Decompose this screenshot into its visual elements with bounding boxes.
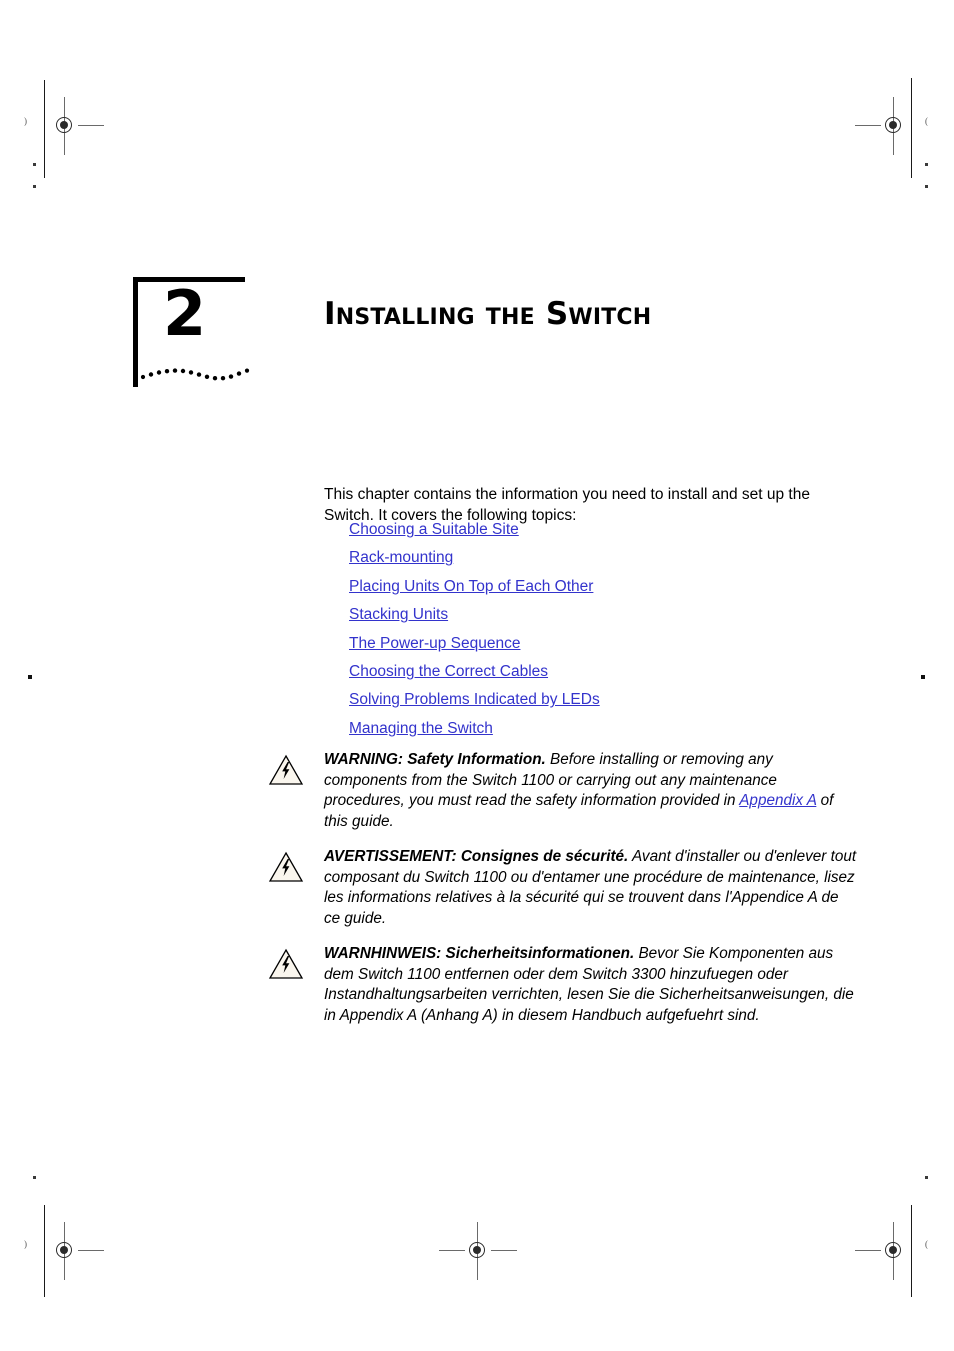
registration-dot bbox=[889, 121, 897, 129]
edge-dot-bottom-left-upper bbox=[33, 1176, 36, 1179]
trim-line-top-right bbox=[911, 78, 912, 178]
note-warning-french-text: AVERTISSEMENT: Consignes de sécurité. Av… bbox=[308, 847, 858, 929]
note-warning-french: AVERTISSEMENT: Consignes de sécurité. Av… bbox=[268, 847, 858, 929]
note-warning-english: WARNING: Safety Information. Before inst… bbox=[268, 750, 858, 832]
edge-artifact-bottom-left: ) bbox=[24, 1239, 27, 1249]
registration-hairline-horizontal bbox=[855, 125, 881, 126]
note-warning-german: WARNHINWEIS: Sicherheitsinformationen. B… bbox=[268, 944, 858, 1026]
topic-link-choosing-the-correct-cables[interactable]: Choosing the Correct Cables bbox=[349, 658, 548, 686]
note-warning-german-text: WARNHINWEIS: Sicherheitsinformationen. B… bbox=[308, 944, 858, 1026]
appendix-a-link[interactable]: Appendix A bbox=[739, 792, 816, 809]
registration-hairline-horizontal bbox=[491, 1250, 517, 1251]
page-title: Installing the Switch bbox=[324, 295, 652, 332]
edge-dot-left-lower bbox=[33, 185, 36, 188]
registration-hairline-horizontal bbox=[855, 1250, 881, 1251]
topic-link-rack-mounting[interactable]: Rack-mounting bbox=[349, 544, 453, 572]
topic-link-placing-units-on-top-of-each-other[interactable]: Placing Units On Top of Each Other bbox=[349, 573, 593, 601]
chapter-number: 2 bbox=[163, 277, 206, 350]
edge-dot-left-upper bbox=[33, 163, 36, 166]
warning-electrical-hazard-icon bbox=[268, 750, 308, 791]
registration-hairline-horizontal bbox=[439, 1250, 465, 1251]
topic-link-managing-the-switch[interactable]: Managing the Switch bbox=[349, 715, 493, 743]
registration-mark-bottom-center bbox=[439, 1222, 517, 1280]
note-lead: WARNHINWEIS: Sicherheitsinformationen. bbox=[324, 945, 635, 962]
topic-link-choosing-a-suitable-site[interactable]: Choosing a Suitable Site bbox=[349, 516, 519, 544]
registration-mark-top-right bbox=[855, 97, 911, 155]
chapter-badge: 2 bbox=[133, 277, 250, 387]
trim-line-bottom-right bbox=[911, 1205, 912, 1297]
chapter-squiggle-decoration bbox=[133, 368, 250, 381]
registration-hairline-horizontal bbox=[78, 125, 104, 126]
trim-line-top-left bbox=[44, 80, 45, 178]
registration-dot bbox=[60, 121, 68, 129]
warning-electrical-hazard-icon bbox=[268, 847, 308, 888]
note-warning-english-text: WARNING: Safety Information. Before inst… bbox=[308, 750, 858, 832]
edge-dot-right-upper bbox=[925, 163, 928, 166]
topic-link-stacking-units[interactable]: Stacking Units bbox=[349, 601, 448, 629]
registration-dot bbox=[473, 1246, 481, 1254]
topic-link-solving-problems-indicated-by-leds[interactable]: Solving Problems Indicated by LEDs bbox=[349, 686, 600, 714]
registration-dot bbox=[889, 1246, 897, 1254]
edge-artifact-top-left: ) bbox=[24, 116, 27, 126]
warning-electrical-hazard-icon bbox=[268, 944, 308, 985]
edge-center-tick-right bbox=[921, 675, 925, 679]
note-lead: WARNING: Safety Information. bbox=[324, 751, 546, 768]
edge-dot-bottom-right-upper bbox=[925, 1176, 928, 1179]
registration-mark-bottom-right bbox=[855, 1222, 911, 1280]
registration-hairline-horizontal bbox=[78, 1250, 104, 1251]
registration-mark-top-left bbox=[48, 97, 104, 155]
edge-center-tick-left bbox=[28, 675, 32, 679]
edge-dot-right-lower bbox=[925, 185, 928, 188]
topic-link-the-power-up-sequence[interactable]: The Power-up Sequence bbox=[349, 630, 520, 658]
note-lead: AVERTISSEMENT: Consignes de sécurité. bbox=[324, 848, 629, 865]
registration-mark-bottom-left bbox=[48, 1222, 104, 1280]
topic-link-list: Choosing a Suitable Site Rack-mounting P… bbox=[349, 516, 869, 743]
trim-line-bottom-left bbox=[44, 1205, 45, 1297]
edge-artifact-top-right: ( bbox=[925, 116, 928, 126]
registration-dot bbox=[60, 1246, 68, 1254]
edge-artifact-bottom-right: ( bbox=[925, 1239, 928, 1249]
